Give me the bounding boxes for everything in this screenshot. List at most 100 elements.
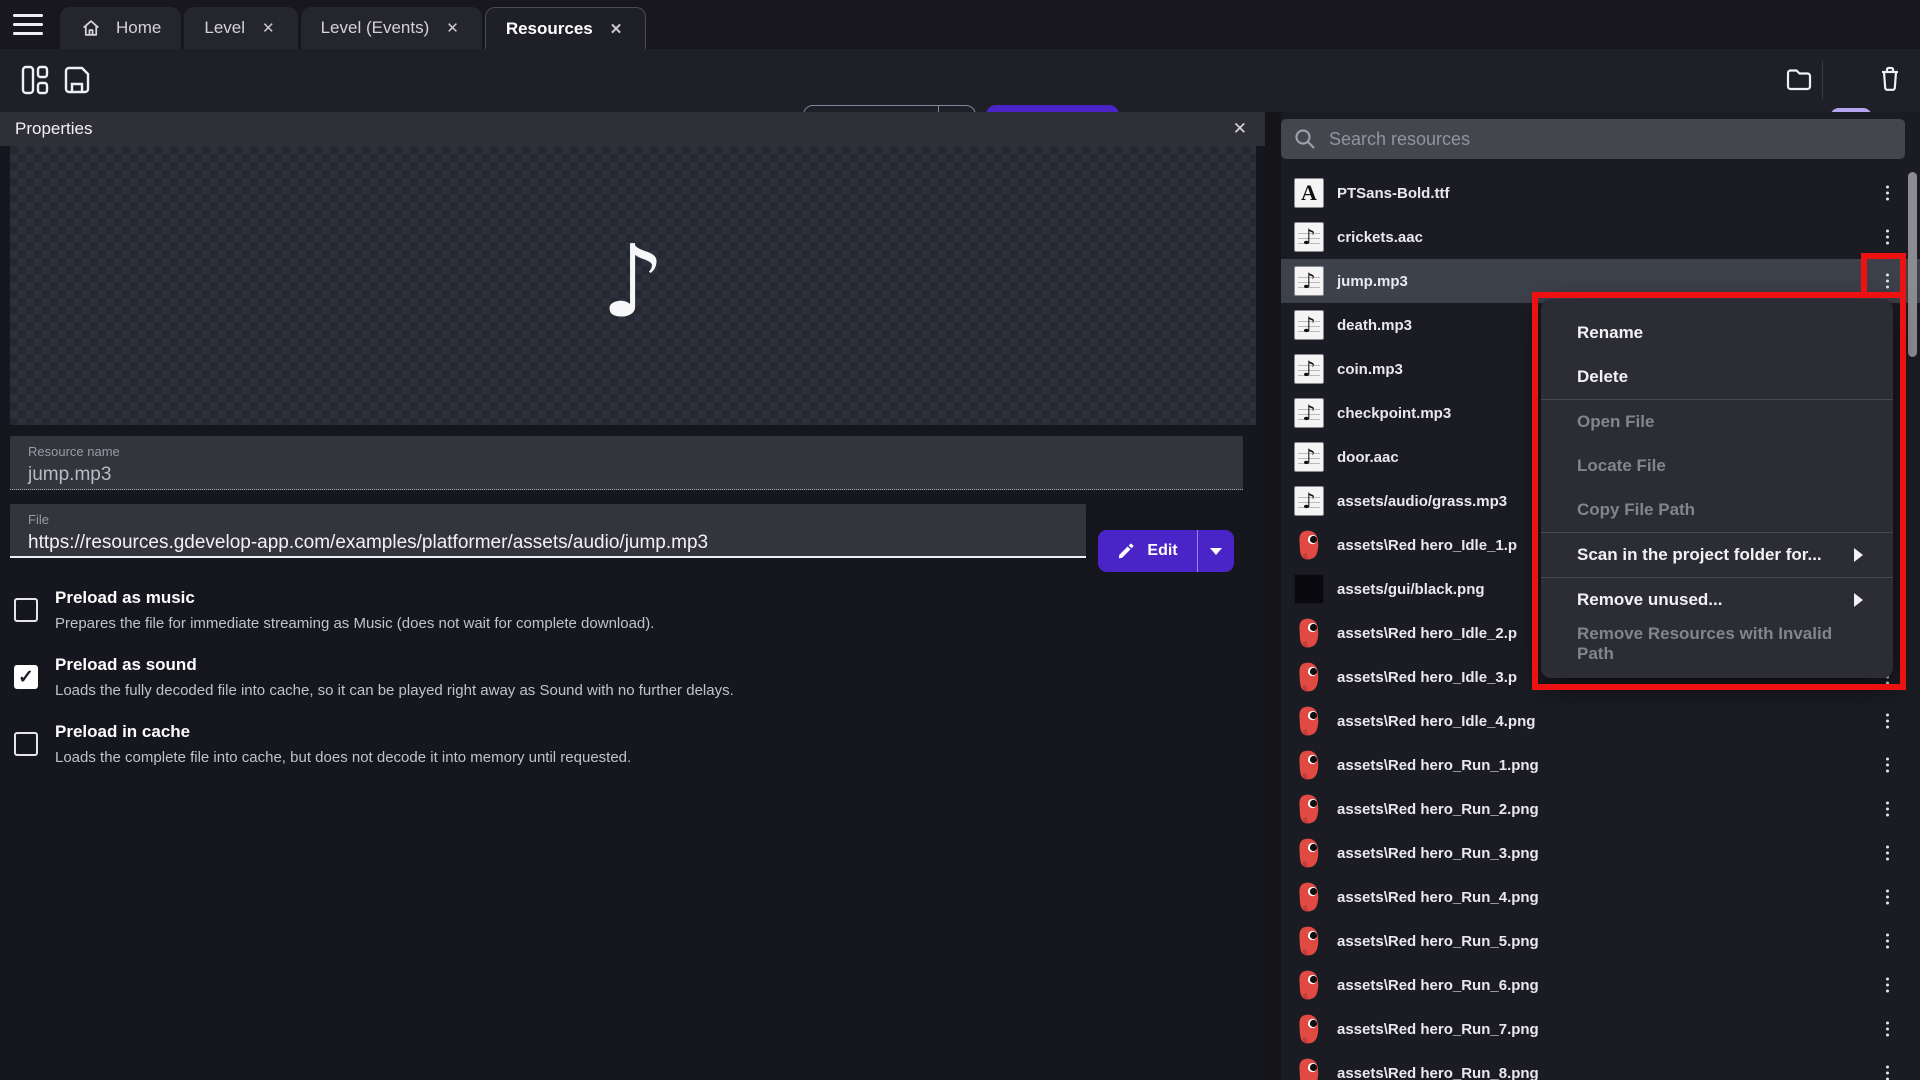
audio-file-icon: ♪ — [1294, 442, 1324, 472]
resource-name: assets\Red hero_Run_5.png — [1337, 933, 1539, 950]
preload-music-checkbox[interactable] — [14, 598, 38, 622]
menu-item-scan-in-the-project-folder-for[interactable]: Scan in the project folder for... — [1541, 533, 1893, 577]
tab-level[interactable]: Level✕ — [184, 7, 297, 49]
resource-row[interactable]: APTSans-Bold.ttf — [1281, 171, 1920, 215]
scrollbar-thumb[interactable] — [1908, 172, 1917, 357]
row-menu-icon[interactable] — [1882, 270, 1893, 293]
panel-title: Properties — [15, 119, 92, 139]
checkbox-description: Loads the complete file into cache, but … — [55, 749, 1214, 766]
search-box[interactable] — [1281, 119, 1905, 159]
checkbox-label: Preload as music — [55, 588, 1214, 608]
resource-name: assets\Red hero_Run_6.png — [1337, 977, 1539, 994]
red-hero-sprite-icon — [1294, 882, 1324, 912]
resource-name: assets\Red hero_Idle_1.p — [1337, 537, 1517, 554]
properties-panel: Properties ✕ ♪ Resource name jump.mp3 Fi… — [0, 112, 1265, 1080]
audio-file-icon: ♪ — [1294, 222, 1324, 252]
checkbox-description: Prepares the file for immediate streamin… — [55, 615, 1214, 632]
resource-row[interactable]: assets\Red hero_Run_6.png — [1281, 963, 1920, 1007]
tab-close-icon[interactable]: ✕ — [259, 17, 278, 39]
tab-home[interactable]: Home — [60, 7, 181, 49]
resource-row[interactable]: assets\Red hero_Run_7.png — [1281, 1007, 1920, 1051]
resource-name: assets\Red hero_Idle_3.p — [1337, 669, 1517, 686]
edit-dropdown-button[interactable] — [1198, 548, 1234, 555]
menu-item-label: Scan in the project folder for... — [1577, 545, 1822, 565]
red-hero-sprite-icon — [1294, 794, 1324, 824]
audio-file-icon: ♪ — [1294, 398, 1324, 428]
resource-name-value[interactable]: jump.mp3 — [28, 464, 1225, 486]
search-input[interactable] — [1329, 129, 1893, 150]
audio-file-icon: ♪ — [1294, 354, 1324, 384]
resource-row[interactable]: assets\Red hero_Run_5.png — [1281, 919, 1920, 963]
preload-cache-checkbox[interactable] — [14, 732, 38, 756]
file-field[interactable]: File https://resources.gdevelop-app.com/… — [10, 504, 1086, 558]
row-menu-icon[interactable] — [1882, 1062, 1893, 1080]
red-hero-sprite-icon — [1294, 750, 1324, 780]
row-menu-icon[interactable] — [1882, 226, 1893, 249]
preload-music-row: Preload as music Prepares the file for i… — [14, 588, 1214, 632]
resource-preview-area: ♪ — [10, 146, 1256, 425]
tab-resources[interactable]: Resources ✕ — [485, 7, 647, 49]
preload-cache-row: Preload in cache Loads the complete file… — [14, 722, 1214, 766]
resource-row[interactable]: assets\Red hero_Run_8.png — [1281, 1051, 1920, 1080]
red-hero-sprite-icon — [1294, 662, 1324, 692]
menu-item-rename[interactable]: Rename — [1541, 311, 1893, 355]
checkbox-label: Preload as sound — [55, 655, 1214, 675]
chevron-down-icon — [1210, 548, 1222, 555]
row-menu-icon[interactable] — [1882, 710, 1893, 733]
row-menu-icon[interactable] — [1882, 798, 1893, 821]
resource-row[interactable]: assets\Red hero_Idle_4.png — [1281, 699, 1920, 743]
menu-item-remove-resources-with-invalid-path: Remove Resources with Invalid Path — [1541, 622, 1893, 666]
main-menu-icon[interactable] — [12, 11, 44, 38]
resource-name: crickets.aac — [1337, 229, 1423, 246]
row-menu-icon[interactable] — [1882, 930, 1893, 953]
resource-row[interactable]: assets\Red hero_Run_1.png — [1281, 743, 1920, 787]
menu-item-delete[interactable]: Delete — [1541, 355, 1893, 399]
resource-row[interactable]: assets\Red hero_Run_3.png — [1281, 831, 1920, 875]
row-menu-icon[interactable] — [1882, 842, 1893, 865]
menu-item-label: Remove unused... — [1577, 590, 1722, 610]
tab-label: Resources — [506, 19, 593, 39]
tab-close-icon[interactable]: ✕ — [443, 17, 462, 39]
row-menu-icon[interactable] — [1882, 182, 1893, 205]
menu-item-remove-unused[interactable]: Remove unused... — [1541, 578, 1893, 622]
trash-icon[interactable] — [1878, 65, 1902, 93]
resource-row[interactable]: ♪jump.mp3 — [1281, 259, 1920, 303]
resource-name: coin.mp3 — [1337, 361, 1403, 378]
tab-close-icon[interactable]: ✕ — [607, 18, 626, 40]
save-icon[interactable] — [62, 64, 92, 96]
checkbox-description: Loads the fully decoded file into cache,… — [55, 682, 1214, 699]
music-note-icon: ♪ — [601, 232, 665, 332]
toolbar: Preview Publish — [0, 49, 1920, 112]
resource-name-label: Resource name — [28, 444, 1225, 459]
menu-item-locate-file: Locate File — [1541, 444, 1893, 488]
project-manager-icon[interactable] — [20, 64, 50, 96]
resource-row[interactable]: assets\Red hero_Run_4.png — [1281, 875, 1920, 919]
file-value[interactable]: https://resources.gdevelop-app.com/examp… — [28, 532, 1068, 554]
file-label: File — [28, 512, 1068, 527]
resource-row[interactable]: assets\Red hero_Run_2.png — [1281, 787, 1920, 831]
preload-sound-row: ✓ Preload as sound Loads the fully decod… — [14, 655, 1214, 699]
folder-icon[interactable] — [1786, 67, 1812, 91]
row-menu-icon[interactable] — [1882, 1018, 1893, 1041]
search-icon — [1293, 127, 1317, 151]
resource-name: assets\Red hero_Run_8.png — [1337, 1065, 1539, 1080]
resource-name: assets\Red hero_Run_2.png — [1337, 801, 1539, 818]
red-hero-sprite-icon — [1294, 970, 1324, 1000]
edit-file-button[interactable]: Edit — [1098, 530, 1234, 572]
preload-sound-checkbox[interactable]: ✓ — [14, 665, 38, 689]
resource-name: assets\Red hero_Run_1.png — [1337, 757, 1539, 774]
row-menu-icon[interactable] — [1882, 754, 1893, 777]
red-hero-sprite-icon — [1294, 706, 1324, 736]
resource-context-menu: RenameDeleteOpen FileLocate FileCopy Fil… — [1541, 299, 1893, 678]
row-menu-icon[interactable] — [1882, 886, 1893, 909]
tab-bar: HomeLevel✕Level (Events)✕ Resources ✕ — [0, 0, 1920, 49]
row-menu-icon[interactable] — [1882, 974, 1893, 997]
red-hero-sprite-icon — [1294, 926, 1324, 956]
resource-name: door.aac — [1337, 449, 1399, 466]
tab-level-events-[interactable]: Level (Events)✕ — [301, 7, 482, 49]
resource-row[interactable]: ♪ crickets.aac — [1281, 215, 1920, 259]
menu-item-copy-file-path: Copy File Path — [1541, 488, 1893, 532]
close-icon[interactable]: ✕ — [1233, 119, 1247, 139]
resource-name-field[interactable]: Resource name jump.mp3 — [10, 436, 1243, 490]
edit-file-main[interactable]: Edit — [1098, 542, 1197, 560]
